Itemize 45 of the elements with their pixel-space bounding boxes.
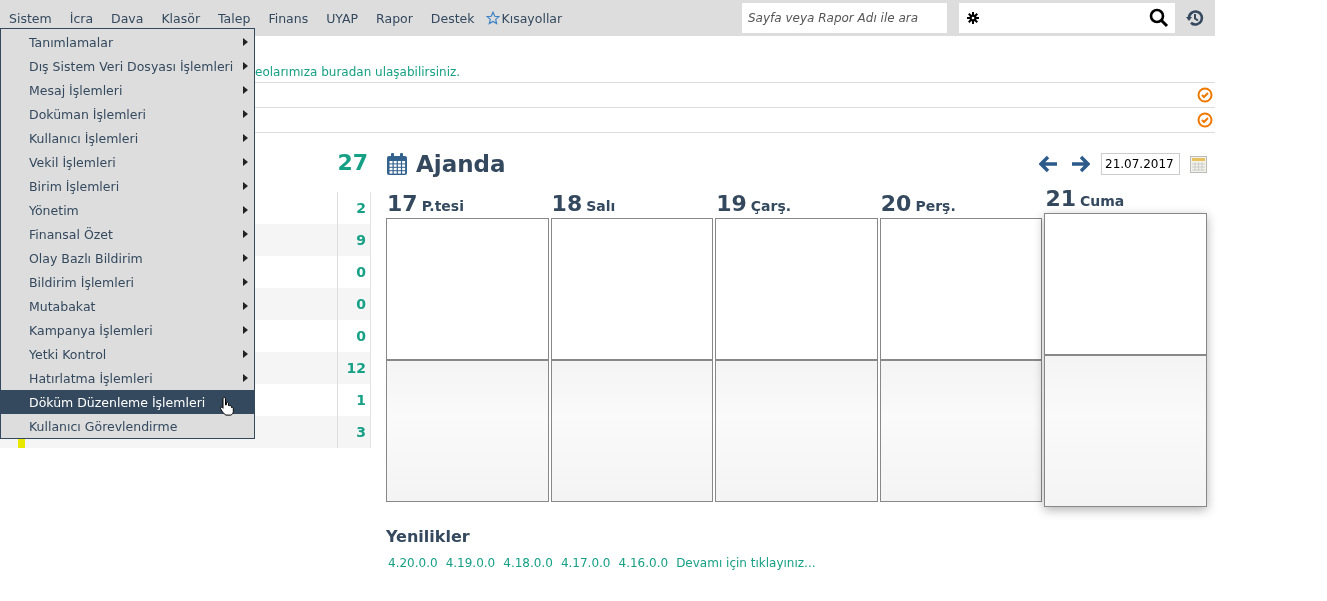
dropdown-item[interactable]: Bildirim İşlemleri [1, 270, 254, 294]
count-value: 9 [356, 232, 366, 248]
count-value: 3 [356, 424, 366, 440]
day-name: P.tesi [421, 198, 464, 215]
dropdown-item[interactable]: Mesaj İşlemleri [1, 78, 254, 102]
count-value: 1 [356, 392, 366, 408]
count-value: 2 [356, 200, 366, 216]
dropdown-item[interactable]: Kampanya İşlemleri [1, 318, 254, 342]
shortcuts-menu[interactable]: Kısayollar [483, 10, 563, 26]
agenda-title: Ajanda [416, 151, 506, 177]
count-value: 12 [346, 360, 366, 376]
dropdown-item[interactable]: Mutabakat [1, 294, 254, 318]
dropdown-item[interactable]: Tanımlamalar [1, 30, 254, 54]
day-name: Salı [586, 198, 616, 215]
dropdown-item[interactable]: Kullanıcı İşlemleri [1, 126, 254, 150]
dropdown-item[interactable]: Yönetim [1, 198, 254, 222]
dropdown-item[interactable]: Finansal Özet [1, 222, 254, 246]
day-number: 21 [1045, 188, 1076, 210]
day-number: 20 [880, 193, 912, 215]
count-value: 0 [356, 328, 366, 344]
dropdown-item[interactable]: Dış Sistem Veri Dosyası İşlemleri [1, 54, 254, 78]
day-number: 17 [387, 193, 418, 215]
day-name: Perş. [915, 198, 956, 215]
dropdown-item[interactable]: Yetki Kontrol [1, 342, 254, 366]
dropdown-item[interactable]: Birim İşlemleri [1, 174, 254, 198]
dropdown-item[interactable]: Hatırlatma İşlemleri [1, 366, 254, 390]
total-count: 27 [337, 150, 368, 175]
news-title: Yenilikler [386, 527, 471, 546]
dropdown-item[interactable]: Olay Bazlı Bildirim [1, 246, 254, 270]
count-value: 0 [356, 264, 366, 280]
day-number: 18 [551, 193, 583, 215]
date-field[interactable]: 21.07.2017 [1101, 153, 1180, 175]
count-value: 0 [356, 296, 366, 312]
dropdown-item[interactable]: Doküman İşlemleri [1, 102, 254, 126]
day-name: Cuma [1080, 193, 1125, 210]
dropdown-item[interactable]: Kullanıcı Görevlendirme [1, 414, 254, 438]
menu-item[interactable]: Finans [259, 0, 318, 36]
dropdown-item[interactable]: Döküm Düzenleme İşlemleri [1, 390, 254, 414]
menu-item[interactable]: UYAP [317, 0, 368, 36]
day-number: 19 [716, 193, 747, 215]
menu-item[interactable]: Rapor [367, 0, 422, 36]
search-field[interactable]: Sayfa veya Rapor Adı ile ara [742, 3, 947, 33]
menu-item[interactable]: Destek [421, 0, 484, 36]
dropdown-item[interactable]: Vekil İşlemleri [1, 150, 254, 174]
day-name: Çarş. [750, 198, 792, 215]
